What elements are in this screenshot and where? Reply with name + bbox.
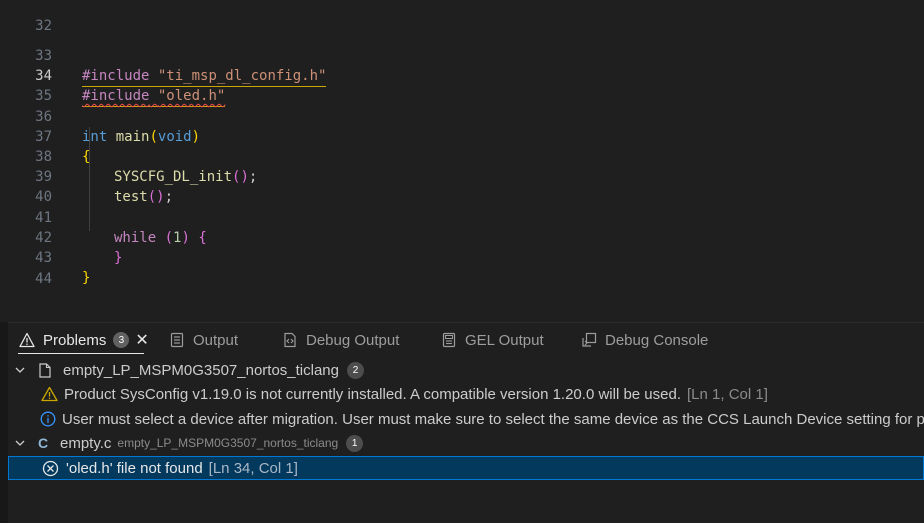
problem-item-warning[interactable]: Product SysConfig v1.19.0 is not current…	[8, 382, 924, 406]
debug-output-icon	[281, 331, 299, 349]
output-icon	[168, 331, 186, 349]
code-line-40: 40	[8, 167, 924, 205]
info-icon	[40, 411, 56, 427]
code-line-44: 44	[8, 249, 924, 287]
tab-debug-console[interactable]: Debug Console	[580, 329, 708, 351]
tab-output[interactable]: Output	[168, 329, 238, 351]
problem-message: User must select a device after migratio…	[62, 410, 924, 428]
code-line-37: 37 {	[8, 107, 924, 165]
panel-tab-bar: Problems 3 ✕ Output Debug Output GEL Out…	[8, 323, 924, 357]
group-name: empty.c	[60, 434, 112, 452]
problem-group-project[interactable]: empty_LP_MSPM0G3507_nortos_ticlang 2	[8, 358, 924, 382]
code-line-39: 39 test();	[8, 147, 924, 205]
error-icon	[41, 460, 59, 477]
tab-label: Debug Output	[306, 331, 400, 349]
code-line-32: 32	[8, 0, 924, 34]
code-line-34: 34 #include "oled.h"	[8, 46, 924, 107]
problem-item-info[interactable]: User must select a device after migratio…	[8, 407, 924, 431]
tab-label: Output	[193, 331, 239, 349]
tab-label: Debug Console	[605, 331, 709, 349]
code-line-41: 41 while (1) {	[8, 188, 924, 246]
active-tab-indicator	[18, 353, 144, 354]
line-number: 44	[35, 271, 52, 287]
chevron-down-icon[interactable]	[12, 437, 28, 449]
chevron-down-icon[interactable]	[12, 364, 28, 376]
group-count-badge: 1	[346, 434, 364, 452]
warning-icon	[18, 331, 36, 349]
tab-label: GEL Output	[465, 331, 544, 349]
problem-message: Product SysConfig v1.19.0 is not current…	[64, 385, 681, 403]
debug-console-icon	[580, 331, 598, 349]
problem-group-file[interactable]: C empty.c empty_LP_MSPM0G3507_nortos_tic…	[8, 431, 924, 455]
close-icon[interactable]: ✕	[135, 330, 148, 350]
tab-problems[interactable]: Problems 3 ✕	[18, 329, 149, 351]
group-path: empty_LP_MSPM0G3507_nortos_ticlang	[117, 436, 339, 450]
c-file-icon: C	[37, 435, 49, 451]
code-line-33: 33 #include "ti_msp_dl_config.h"	[8, 26, 924, 87]
problems-count-badge: 3	[113, 332, 130, 348]
group-name: empty_LP_MSPM0G3507_nortos_ticlang	[63, 361, 339, 379]
warning-icon	[40, 386, 58, 402]
code-line-38: 38 SYSCFG_DL_init();	[8, 127, 924, 185]
bottom-panel: Problems 3 ✕ Output Debug Output GEL Out…	[8, 323, 924, 523]
file-icon	[36, 362, 54, 378]
problem-item-error[interactable]: 'oled.h' file not found [Ln 34, Col 1]	[8, 456, 924, 480]
tab-label: Problems	[43, 331, 107, 349]
gel-output-icon	[440, 331, 458, 349]
tab-debug-output[interactable]: Debug Output	[281, 329, 399, 351]
brace-close: }	[82, 270, 91, 286]
tab-gel-output[interactable]: GEL Output	[440, 329, 544, 351]
problem-location: [Ln 34, Col 1]	[208, 459, 298, 477]
problem-message: 'oled.h' file not found	[66, 459, 203, 477]
code-editor[interactable]: 32 33 #include "ti_msp_dl_config.h" 34 #…	[0, 0, 924, 322]
code-line-43: 43 }	[8, 228, 924, 286]
code-line-35: 35	[8, 66, 924, 104]
group-count-badge: 2	[347, 361, 364, 379]
code-line-42: 42 }	[8, 208, 924, 266]
problem-location: [Ln 1, Col 1]	[687, 385, 768, 403]
code-line-36: 36 int main(void)	[8, 87, 924, 145]
